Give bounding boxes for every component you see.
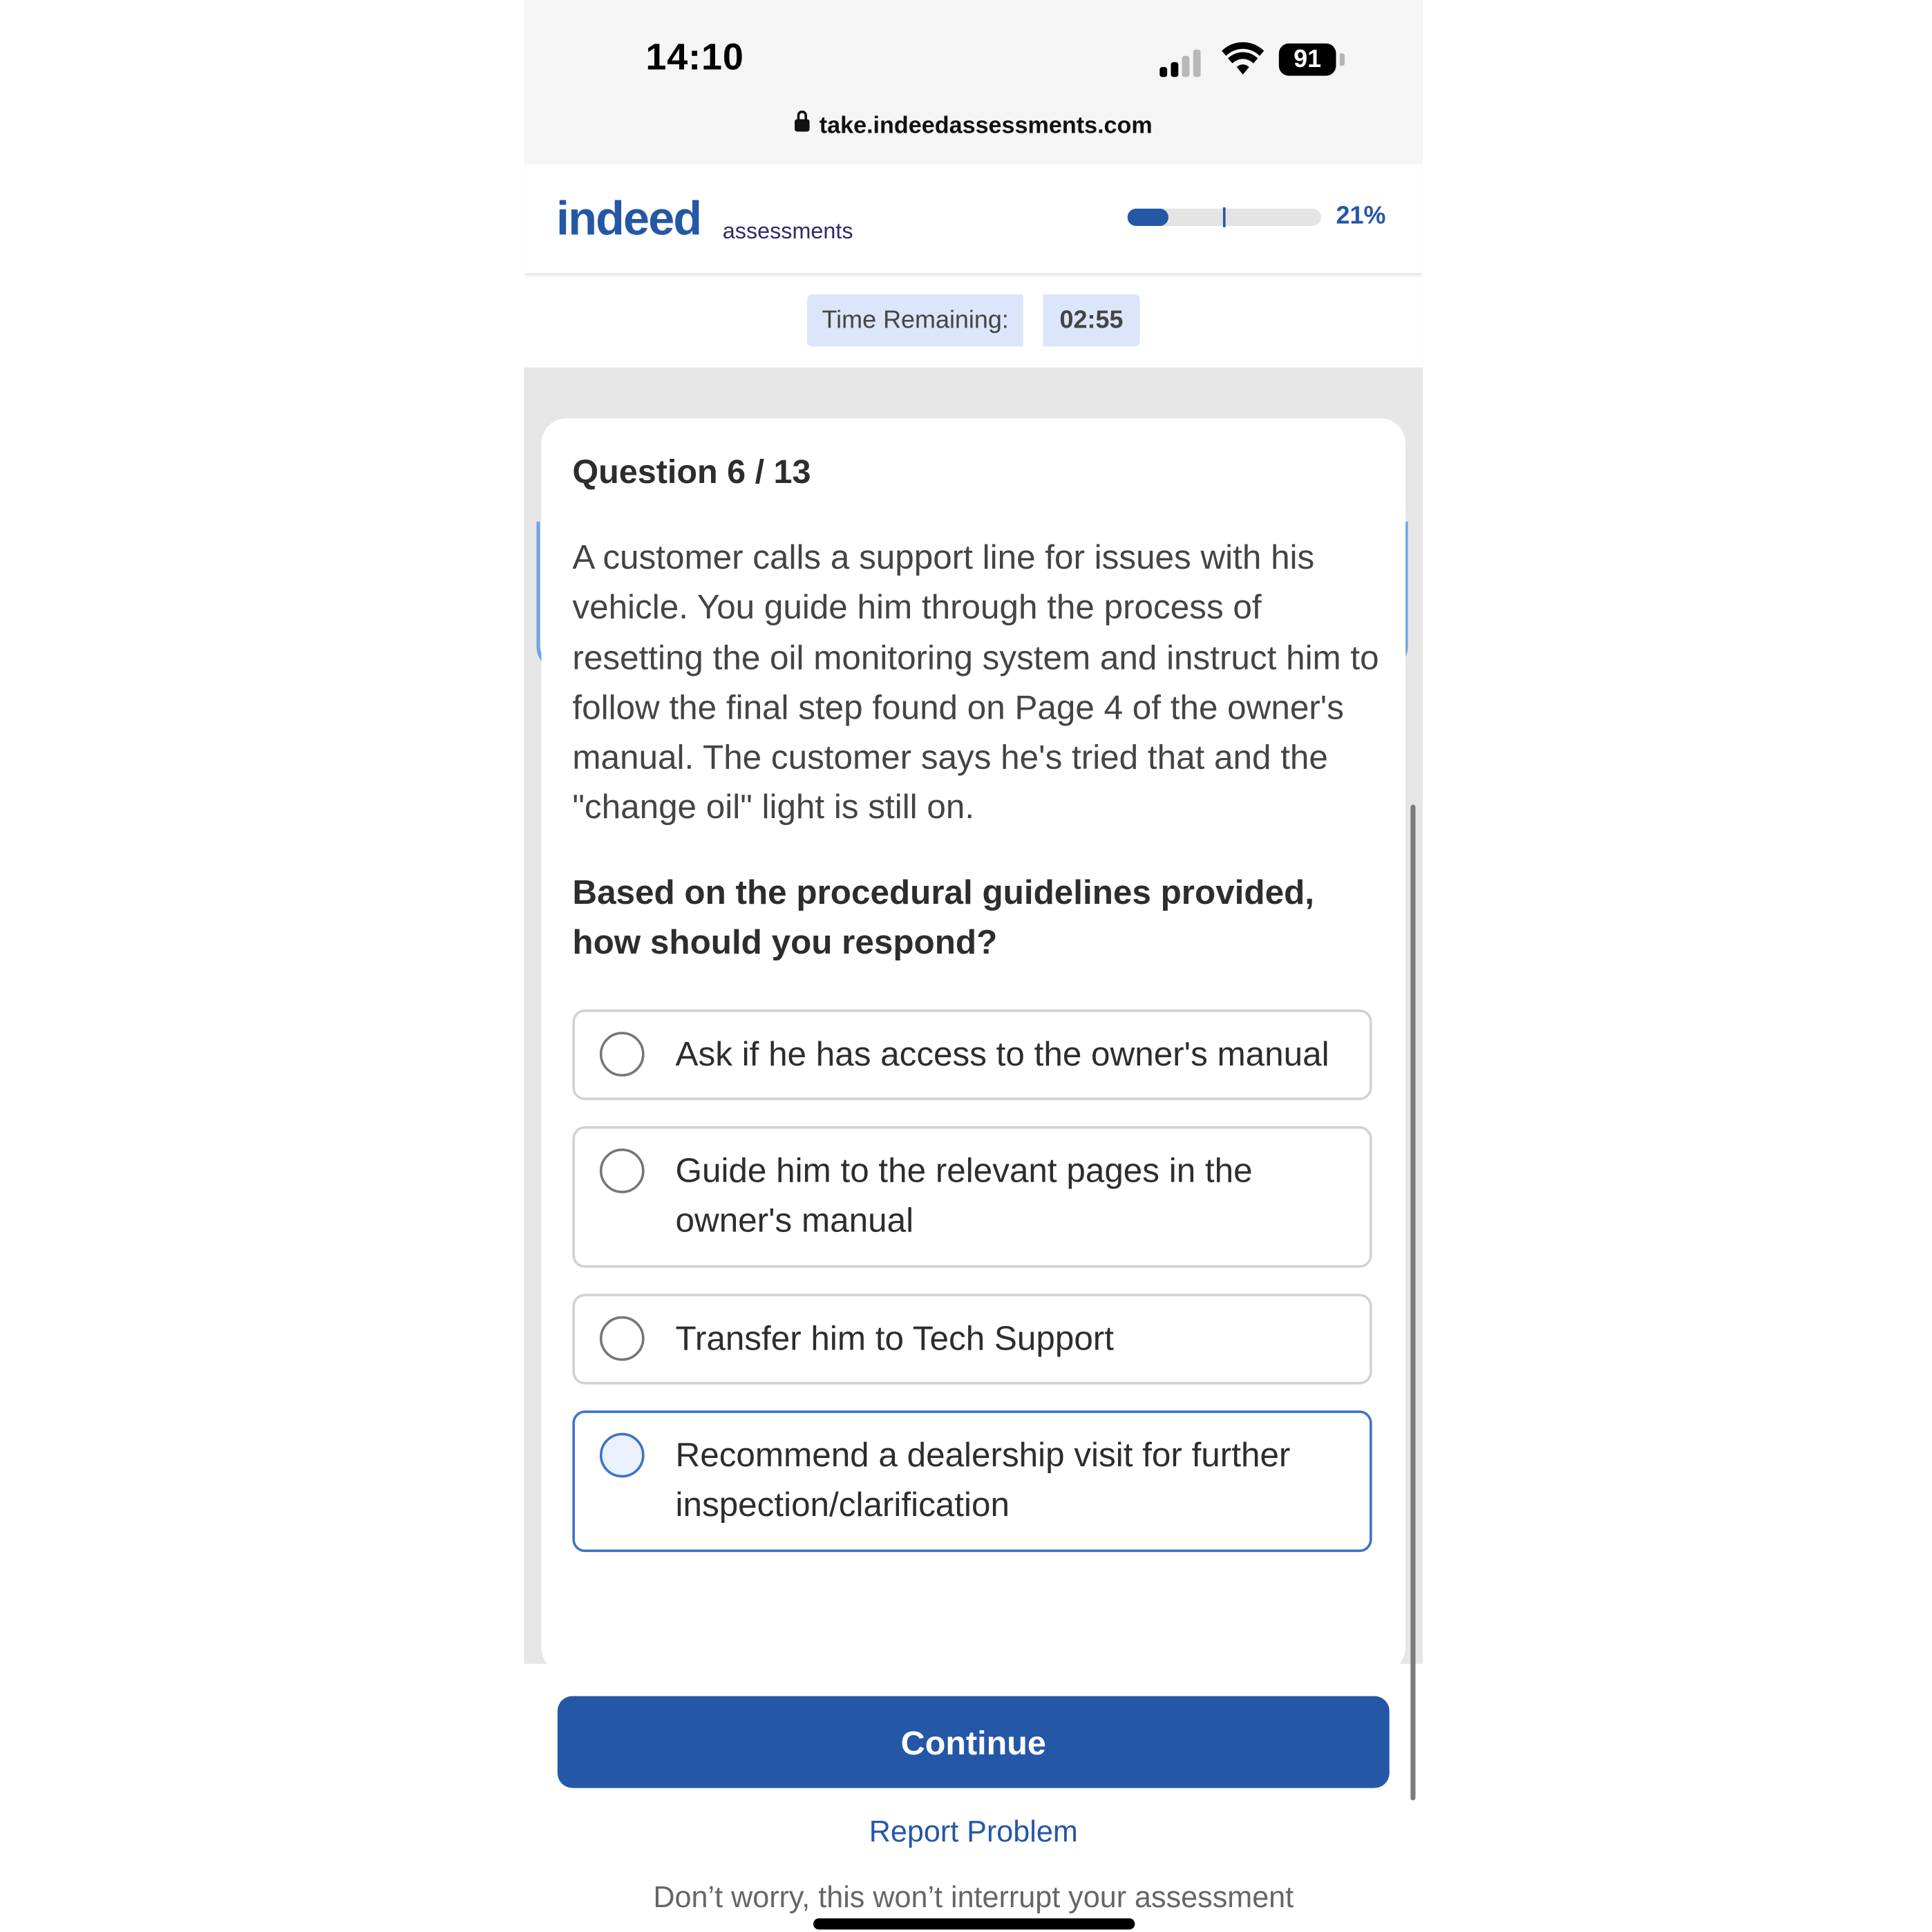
radio-button[interactable] (599, 1432, 645, 1478)
report-problem-link[interactable]: Report Problem (524, 1815, 1423, 1850)
progress-fill (1127, 208, 1168, 227)
answer-option-label: Transfer him to Tech Support (675, 1318, 1115, 1358)
cell-signal-icon (1159, 47, 1209, 77)
question-number: Question 6 / 13 (572, 453, 811, 491)
timer-value: 02:55 (1043, 294, 1140, 347)
progress-marker (1222, 207, 1226, 227)
answer-option[interactable]: Guide him to the relevant pages in the o… (572, 1126, 1372, 1268)
timer-bar: Time Remaining: 02:55 (524, 273, 1423, 368)
question-prompt: Based on the procedural guidelines provi… (572, 873, 1314, 961)
question-stem: A customer calls a support line for issu… (572, 538, 1379, 826)
radio-button[interactable] (599, 1148, 645, 1193)
scrollbar[interactable] (1410, 804, 1416, 1801)
reassurance-note: Don’t worry, this won’t interrupt your a… (653, 1881, 1294, 1915)
battery-icon: 91 (1278, 43, 1336, 76)
continue-button[interactable]: Continue (557, 1696, 1390, 1788)
logo-subtitle: assessments (722, 218, 853, 244)
answer-option[interactable]: Transfer him to Tech Support (572, 1294, 1372, 1385)
browser-status-bar: 14:10 91 take.indeedassessments.com (524, 0, 1423, 165)
radio-button[interactable] (599, 1032, 645, 1077)
question-card: Question 6 / 13 A customer calls a suppo… (541, 418, 1406, 1673)
clock: 14:10 (645, 37, 744, 79)
indeed-logo: indeed (556, 193, 702, 246)
address-bar[interactable]: take.indeedassessments.com (524, 110, 1423, 141)
phone-screen: 14:10 91 take.indeedassessments.com inde… (524, 0, 1423, 1932)
answer-option[interactable]: Ask if he has access to the owner's manu… (572, 1009, 1372, 1101)
lock-icon (794, 110, 810, 132)
wifi-icon (1222, 42, 1265, 75)
battery-tip (1339, 53, 1345, 66)
answer-option-label: Recommend a dealership visit for further… (675, 1435, 1291, 1524)
url-text: take.indeedassessments.com (819, 113, 1153, 140)
radio-button[interactable] (599, 1316, 645, 1361)
answer-option-label: Guide him to the relevant pages in the o… (675, 1150, 1253, 1240)
answer-option-label: Ask if he has access to the owner's manu… (675, 1034, 1329, 1073)
answer-option[interactable]: Recommend a dealership visit for further… (572, 1410, 1372, 1553)
app-header: indeed assessments 21% (524, 164, 1423, 274)
timer-label: Time Remaining: (806, 294, 1024, 347)
progress-percent: 21% (1336, 202, 1386, 230)
home-indicator[interactable] (813, 1918, 1135, 1930)
